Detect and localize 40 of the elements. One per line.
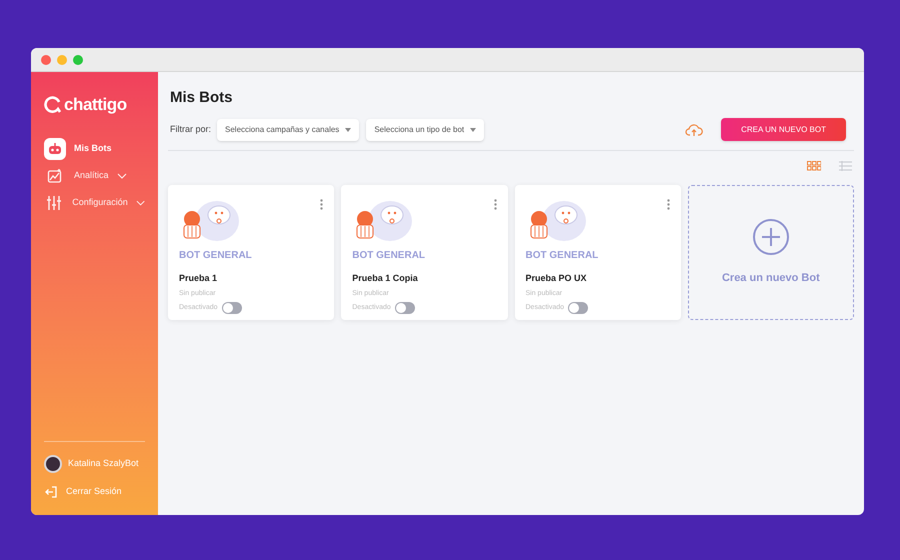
toggle-switch[interactable] bbox=[568, 302, 588, 314]
bot-type: BOT GENERAL bbox=[179, 249, 252, 263]
bot-name: Prueba 1 Copia bbox=[352, 272, 418, 285]
sliders-icon bbox=[46, 195, 62, 211]
avatar-icon bbox=[44, 454, 62, 472]
new-bot-label: Crea un nuevo Bot bbox=[722, 271, 820, 286]
filter-select[interactable]: Selecciona un tipo de bot bbox=[366, 118, 484, 140]
caret-icon bbox=[345, 128, 352, 132]
nav-label: Analítica bbox=[74, 169, 109, 182]
toggle-switch[interactable] bbox=[394, 302, 415, 314]
bot-type: BOT GENERAL bbox=[526, 249, 598, 263]
list-view-icon[interactable] bbox=[839, 161, 852, 171]
nav-item[interactable]: Configuración bbox=[44, 190, 145, 216]
more-options-icon[interactable] bbox=[494, 199, 496, 210]
more-options-icon[interactable] bbox=[666, 199, 670, 210]
nav-label: Mis Bots bbox=[74, 142, 112, 156]
logout-link[interactable]: Cerrar Sesión bbox=[44, 477, 145, 507]
robot-icon bbox=[44, 138, 66, 160]
nav-item[interactable]: Mis Bots bbox=[44, 136, 145, 162]
page-title: Mis Bots bbox=[169, 88, 233, 108]
toggle-switch[interactable] bbox=[222, 302, 242, 314]
grid-view-icon[interactable] bbox=[807, 161, 821, 171]
chart-icon bbox=[47, 168, 63, 184]
new-bot-card[interactable]: Crea un nuevo Bot bbox=[688, 185, 854, 320]
caret-icon bbox=[470, 128, 476, 132]
bot-type: BOT GENERAL bbox=[352, 249, 426, 263]
nav-item[interactable]: Analítica bbox=[44, 162, 145, 190]
filter-label: Filtrar por: bbox=[169, 122, 212, 136]
bot-name: Prueba PO UX bbox=[526, 272, 587, 285]
more-options-icon[interactable] bbox=[320, 199, 324, 210]
logout-icon bbox=[44, 485, 58, 499]
bot-name: Prueba 1 bbox=[179, 272, 218, 285]
create-bot-button[interactable]: CREA UN NUEVO BOT bbox=[721, 118, 846, 141]
nav-label: Configuración bbox=[72, 196, 128, 210]
plus-circle-icon bbox=[752, 218, 790, 256]
cloud-upload-icon[interactable] bbox=[685, 122, 704, 136]
chat-bubble-icon bbox=[44, 96, 62, 114]
logo-text: chattigo bbox=[64, 94, 127, 116]
user-name: Katalina SzalyBot bbox=[68, 456, 139, 470]
filter-select[interactable]: Selecciona campañas y canales bbox=[217, 118, 360, 140]
